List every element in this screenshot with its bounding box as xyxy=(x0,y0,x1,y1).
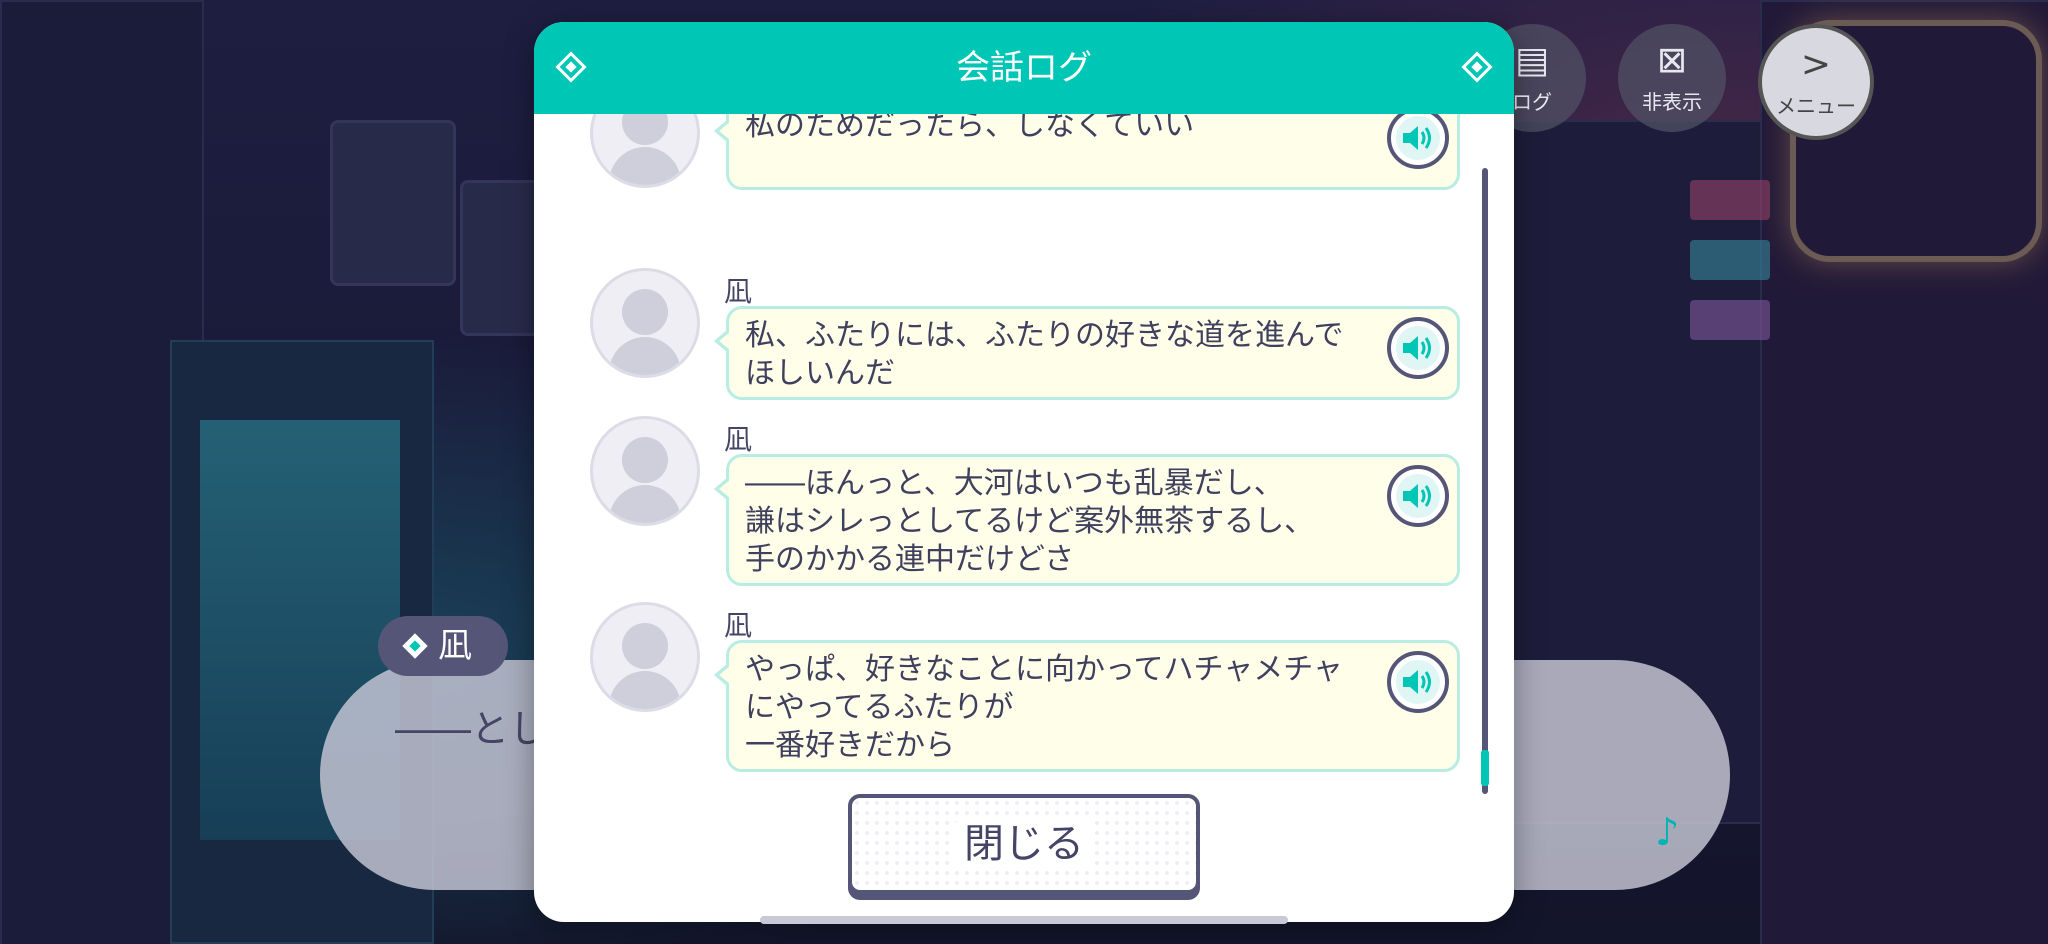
diamond-icon xyxy=(1461,51,1493,83)
log-list[interactable]: 私のためだったら、しなくていい 凪 私、ふたりには、ふたりの好きな道を進んで ほ… xyxy=(534,114,1514,794)
log-text: 私、ふたりには、ふたりの好きな道を進んで ほしいんだ xyxy=(745,318,1344,391)
speaker-name: 凪 xyxy=(438,626,472,666)
message-text: ――とし xyxy=(395,707,548,751)
avatar xyxy=(590,416,700,526)
log-text: ――ほんっと、大河はいつも乱暴だし、 謙はシレっとしてるけど案外無茶するし、 手… xyxy=(745,466,1315,577)
log-bubble: 私のためだったら、しなくていい xyxy=(714,114,1460,190)
modal-header: 会話ログ xyxy=(534,22,1514,114)
voice-play-button[interactable] xyxy=(1387,114,1449,169)
x-box-icon: ⊠ xyxy=(1656,40,1688,81)
log-text: 私のためだったら、しなくていい xyxy=(745,114,1195,143)
speaker-volume-icon xyxy=(1403,336,1431,360)
diamond-icon xyxy=(555,51,587,83)
speaker-name-tag: 凪 xyxy=(378,616,508,676)
log-speaker-name: 凪 xyxy=(724,423,753,456)
speaker-volume-icon xyxy=(1403,670,1431,694)
modal-title: 会話ログ xyxy=(956,48,1092,88)
menu-button-label: メニュー xyxy=(1776,94,1856,118)
hide-button[interactable]: ⊠ 非表示 xyxy=(1618,24,1726,132)
avatar xyxy=(590,268,700,378)
log-bubble: やっぱ、好きなことに向かってハチャメチャ にやってるふたりが 一番好きだから xyxy=(714,640,1460,772)
log-bubble: 私、ふたりには、ふたりの好きな道を進んで ほしいんだ xyxy=(714,306,1460,400)
scrollbar[interactable] xyxy=(1481,168,1489,794)
hide-button-label: 非表示 xyxy=(1642,90,1702,114)
avatar xyxy=(590,114,700,188)
voice-play-button[interactable] xyxy=(1387,651,1449,713)
log-speaker-name: 凪 xyxy=(724,275,753,308)
diamond-icon xyxy=(402,633,428,659)
speaker-volume-icon xyxy=(1403,126,1431,150)
home-indicator[interactable] xyxy=(760,916,1288,924)
music-note-icon[interactable]: ♪ xyxy=(1655,810,1679,854)
voice-play-button[interactable] xyxy=(1387,465,1449,527)
scrollbar-thumb[interactable] xyxy=(1481,750,1489,786)
close-button[interactable]: 閉じる xyxy=(848,794,1200,894)
log-bubble: ――ほんっと、大河はいつも乱暴だし、 謙はシレっとしてるけど案外無茶するし、 手… xyxy=(714,454,1460,586)
voice-play-button[interactable] xyxy=(1387,317,1449,379)
close-button-label: 閉じる xyxy=(954,821,1094,867)
log-text: やっぱ、好きなことに向かってハチャメチャ にやってるふたりが 一番好きだから xyxy=(745,652,1343,763)
chevron-right-icon: > xyxy=(1800,44,1832,85)
speaker-volume-icon xyxy=(1403,484,1431,508)
conversation-log-modal: 会話ログ 私のためだったら、しなくていい 凪 私、ふたりには、ふたりの好きな道を… xyxy=(534,22,1514,922)
log-speaker-name: 凪 xyxy=(724,609,753,642)
menu-button[interactable]: > メニュー xyxy=(1758,24,1874,140)
avatar xyxy=(590,602,700,712)
